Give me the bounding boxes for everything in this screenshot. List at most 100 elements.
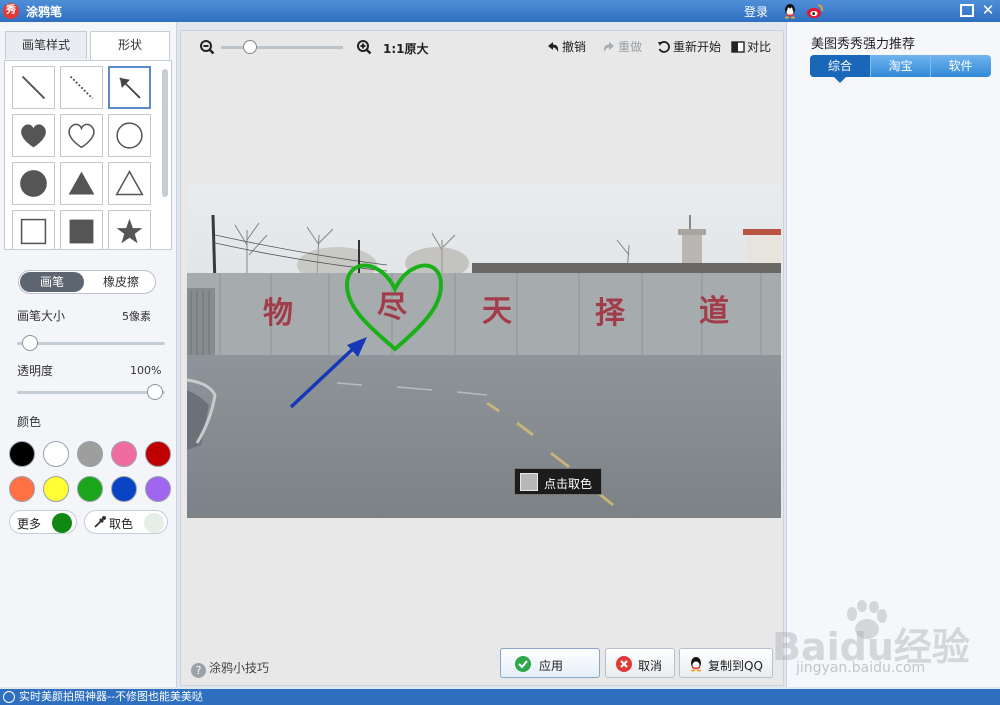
- shape-palette: [4, 60, 172, 250]
- restart-button[interactable]: 重新开始: [657, 39, 723, 57]
- shape-filled-heart[interactable]: [12, 114, 55, 157]
- compare-icon: [731, 41, 745, 53]
- status-bar: 实时美颜拍照神器--不修图也能美美哒: [0, 689, 1000, 705]
- apply-label: 应用: [539, 659, 564, 673]
- current-color-swatch: [52, 513, 72, 533]
- more-colors-button[interactable]: 更多: [9, 510, 77, 534]
- copy-to-qq-button[interactable]: 复制到QQ: [679, 648, 773, 678]
- tab-software[interactable]: 软件: [930, 55, 990, 77]
- tab-general[interactable]: 综合: [810, 55, 870, 77]
- undo-label: 撤销: [562, 40, 587, 54]
- wall-text-2: 尽: [377, 290, 407, 325]
- eraser-mode-button[interactable]: 橡皮擦: [89, 272, 153, 292]
- close-icon[interactable]: ✕: [980, 2, 996, 18]
- shape-arrow[interactable]: [108, 66, 151, 109]
- color-pick-tooltip: 点击取色: [514, 468, 602, 495]
- wall-text-3: 天: [482, 294, 512, 329]
- watermark-url: jingyan.baidu.com: [796, 660, 926, 676]
- wall-text-1: 物: [263, 296, 293, 331]
- tab-taobao[interactable]: 淘宝: [870, 55, 930, 77]
- canvas-toolbar: 1:1原大 撤销 重做 重新开始 对比: [181, 31, 785, 63]
- copy-to-qq-label: 复制到QQ: [708, 659, 763, 673]
- restart-icon: [658, 41, 670, 53]
- color-swatch[interactable]: [9, 441, 35, 467]
- cancel-button[interactable]: 取消: [605, 648, 675, 678]
- color-swatch[interactable]: [145, 441, 171, 467]
- brush-size-slider[interactable]: [17, 342, 165, 345]
- shape-outline-heart[interactable]: [60, 114, 103, 157]
- compare-button[interactable]: 对比: [731, 39, 775, 57]
- status-text[interactable]: 实时美颜拍照神器--不修图也能美美哒: [19, 689, 203, 705]
- brush-size-knob[interactable]: [21, 335, 38, 351]
- shape-outline-triangle[interactable]: [108, 162, 151, 205]
- title-bar: 秀 涂鸦笔 登录 ✕: [0, 0, 1000, 22]
- right-panel: 美图秀秀强力推荐 综合 淘宝 软件: [786, 22, 1000, 687]
- weibo-icon[interactable]: [806, 3, 824, 19]
- info-icon: [3, 691, 15, 703]
- wall-text-5: 道: [699, 294, 729, 329]
- recommend-tabs: 综合 淘宝 软件: [810, 55, 991, 77]
- window-title: 涂鸦笔: [26, 5, 63, 19]
- redo-button[interactable]: 重做: [602, 39, 646, 57]
- eyedropper-icon: [94, 516, 106, 528]
- actual-size-button[interactable]: 1:1原大: [383, 40, 429, 57]
- shape-filled-square[interactable]: [60, 210, 103, 249]
- color-swatch[interactable]: [77, 476, 103, 502]
- app-logo: 秀: [3, 3, 19, 19]
- shape-filled-star[interactable]: [108, 210, 151, 249]
- more-colors-label: 更多: [17, 517, 42, 531]
- color-tip-swatch: [520, 473, 538, 491]
- shape-outline-square[interactable]: [12, 210, 55, 249]
- zoom-out-icon[interactable]: [199, 39, 215, 55]
- maximize-icon[interactable]: [960, 4, 974, 17]
- color-swatch[interactable]: [145, 476, 171, 502]
- eyedropper-label: 取色: [109, 517, 134, 531]
- zoom-in-icon[interactable]: [356, 39, 372, 55]
- apply-button[interactable]: 应用: [500, 648, 600, 678]
- color-swatch[interactable]: [111, 441, 137, 467]
- active-tab-pointer: [834, 77, 846, 83]
- qq-icon[interactable]: [782, 3, 798, 19]
- color-swatch[interactable]: [77, 441, 103, 467]
- shape-filled-circle[interactable]: [12, 162, 55, 205]
- shape-dashed-line[interactable]: [60, 66, 103, 109]
- color-swatch[interactable]: [9, 476, 35, 502]
- picked-color-preview: [144, 513, 164, 533]
- color-swatch[interactable]: [43, 441, 69, 467]
- brush-eraser-toggle: 画笔 橡皮擦: [18, 270, 156, 294]
- wall-text-4: 择: [595, 296, 626, 331]
- shape-filled-triangle[interactable]: [60, 162, 103, 205]
- redo-icon: [603, 42, 614, 52]
- restart-label: 重新开始: [673, 40, 722, 54]
- cancel-icon: [616, 656, 632, 672]
- edited-photo[interactable]: 物 尽 天 择 道: [187, 185, 781, 518]
- redo-label: 重做: [618, 40, 643, 54]
- color-swatch[interactable]: [111, 476, 137, 502]
- baidu-watermark: Baidu经验 jingyan.baidu.com: [772, 600, 1000, 685]
- check-icon: [515, 656, 531, 672]
- zoom-slider[interactable]: [221, 46, 343, 49]
- zoom-knob[interactable]: [242, 40, 257, 54]
- opacity-knob[interactable]: [147, 384, 163, 400]
- cancel-label: 取消: [638, 659, 663, 673]
- recommend-title: 美图秀秀强力推荐: [811, 37, 916, 52]
- opacity-slider[interactable]: [17, 391, 165, 394]
- login-link[interactable]: 登录: [744, 3, 768, 20]
- shape-scrollbar[interactable]: [162, 69, 168, 197]
- shape-outline-circle[interactable]: [108, 114, 151, 157]
- compare-label: 对比: [747, 40, 772, 54]
- left-panel: 画笔样式 形状 画笔 橡皮擦 画笔大小 5像素 透明度 100% 颜色 更多 取…: [0, 22, 177, 687]
- opacity-label: 透明度: [17, 364, 54, 378]
- doodle-tips-label: 涂鸦小技巧: [209, 661, 270, 675]
- undo-button[interactable]: 撤销: [546, 39, 590, 57]
- color-swatch[interactable]: [43, 476, 69, 502]
- brush-size-value: 5像素: [122, 310, 151, 323]
- brush-mode-button[interactable]: 画笔: [20, 272, 84, 292]
- eyedropper-button[interactable]: 取色: [84, 510, 168, 534]
- shape-solid-line[interactable]: [12, 66, 55, 109]
- tab-shape[interactable]: 形状: [90, 31, 170, 61]
- help-icon: ?: [191, 663, 206, 678]
- doodle-tips-link[interactable]: ? 涂鸦小技巧: [191, 659, 269, 678]
- opacity-value: 100%: [130, 364, 162, 377]
- tab-brush-style[interactable]: 画笔样式: [5, 31, 87, 59]
